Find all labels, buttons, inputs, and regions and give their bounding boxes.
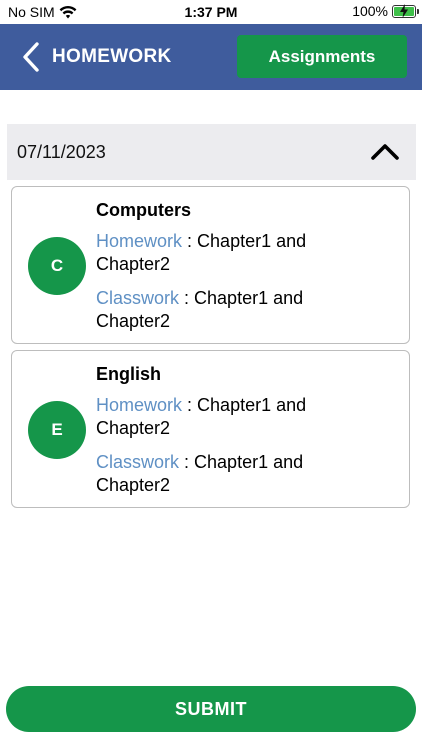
battery-percent: 100% [352,3,388,19]
subject-card: E English Homework : Chapter1 and Chapte… [11,350,410,508]
bolt-icon [400,3,408,18]
chevron-up-icon[interactable] [370,140,400,164]
assignments-button[interactable]: Assignments [237,35,407,78]
homework-entry: Homework : Chapter1 and Chapter2 [96,395,307,438]
status-right: 100% [352,3,419,19]
date-group-header[interactable]: 07/11/2023 [7,124,416,180]
classwork-entry: Classwork : Chapter1 and Chapter2 [96,452,304,495]
back-button[interactable] [14,38,48,76]
subject-avatar: E [28,401,86,459]
chevron-left-icon [23,42,39,72]
classwork-entry: Classwork : Chapter1 and Chapter2 [96,288,304,331]
subject-name: English [96,364,162,384]
subject-card: C Computers Homework : Chapter1 and Chap… [11,186,410,344]
page-title: HOMEWORK [52,46,172,67]
subject-name: Computers [96,200,192,220]
classwork-label: Classwork [96,452,180,472]
battery-charging-icon [392,3,419,18]
homework-label: Homework [96,395,183,415]
classwork-label: Classwork [96,288,180,308]
subject-avatar: C [28,237,86,295]
app-header: HOMEWORK Assignments [0,24,422,90]
status-bar: No SIM 1:37 PM 100% [0,0,422,24]
submit-button[interactable]: SUBMIT [6,686,416,732]
homework-entry: Homework : Chapter1 and Chapter2 [96,231,307,274]
date-label: 07/11/2023 [17,142,106,162]
homework-label: Homework [96,231,183,251]
